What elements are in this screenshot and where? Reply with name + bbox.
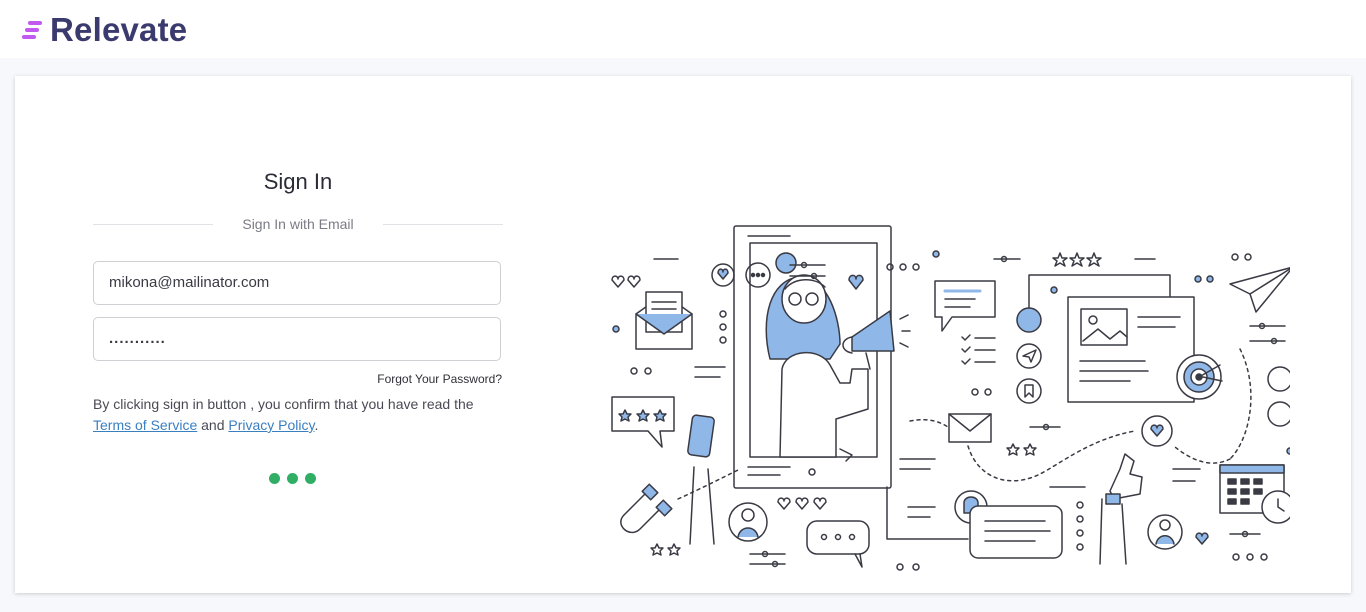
- thumbs-up-icon: [1099, 453, 1143, 565]
- privacy-link[interactable]: Privacy Policy: [228, 417, 314, 433]
- logo-mark-icon: [22, 21, 42, 39]
- mail-icon: [948, 413, 992, 443]
- consent-period: .: [314, 417, 319, 433]
- star-icon: [1052, 252, 1102, 267]
- envelope-icon: [635, 291, 693, 350]
- heart-bubble: [1141, 415, 1173, 447]
- user-icon: [728, 502, 768, 542]
- brand-name: Relevate: [50, 11, 188, 48]
- slider-lines: [1249, 322, 1286, 345]
- consent-prefix: By clicking sign in button , you confirm…: [93, 396, 474, 412]
- top-header: Relevate: [0, 0, 1366, 58]
- consent-and: and: [197, 417, 229, 433]
- heart-icon: [1267, 366, 1290, 392]
- page-title: Sign In: [263, 169, 333, 194]
- message-card: [969, 505, 1063, 559]
- loader-dot: [287, 473, 298, 484]
- forgot-password-link[interactable]: Forgot Your Password?: [93, 372, 502, 386]
- heart-icon: [777, 497, 827, 510]
- dots-bubble: [806, 520, 870, 568]
- chat-bubble-icon: [934, 280, 996, 332]
- signin-card: Sign In Sign In with Email mikona@mailin…: [15, 76, 1351, 593]
- menu-icon: [1267, 401, 1290, 427]
- bookmark-icon: [1016, 378, 1042, 404]
- paper-plane-icon: [1229, 267, 1290, 313]
- smartphone-icon: [687, 414, 715, 545]
- divider-line-right: [383, 224, 503, 225]
- loader-dot: [305, 473, 316, 484]
- send-icon: [1016, 343, 1042, 369]
- image-card: [1067, 296, 1195, 403]
- email-field[interactable]: mikona@mailinator.com: [93, 261, 501, 305]
- brand-logo[interactable]: Relevate: [22, 10, 187, 50]
- checklist: [961, 334, 996, 365]
- slider-lines: [749, 550, 786, 568]
- loading-indicator: [269, 473, 316, 484]
- marketing-illustration: [611, 225, 1290, 571]
- magnet-icon: [620, 483, 673, 534]
- password-field[interactable]: ...........: [93, 317, 501, 361]
- email-divider: Sign In with Email: [93, 214, 503, 234]
- heart-icon: [1195, 532, 1209, 545]
- user-icon: [1147, 514, 1183, 550]
- heart-icon: [711, 263, 735, 287]
- rating-bubble: [611, 396, 675, 448]
- target-icon: [1176, 354, 1223, 400]
- calendar-icon: [1219, 464, 1290, 524]
- consent-text: By clicking sign in button , you confirm…: [93, 394, 513, 436]
- terms-link[interactable]: Terms of Service: [93, 417, 197, 433]
- loader-dot: [269, 473, 280, 484]
- heart-icon: [1016, 307, 1042, 333]
